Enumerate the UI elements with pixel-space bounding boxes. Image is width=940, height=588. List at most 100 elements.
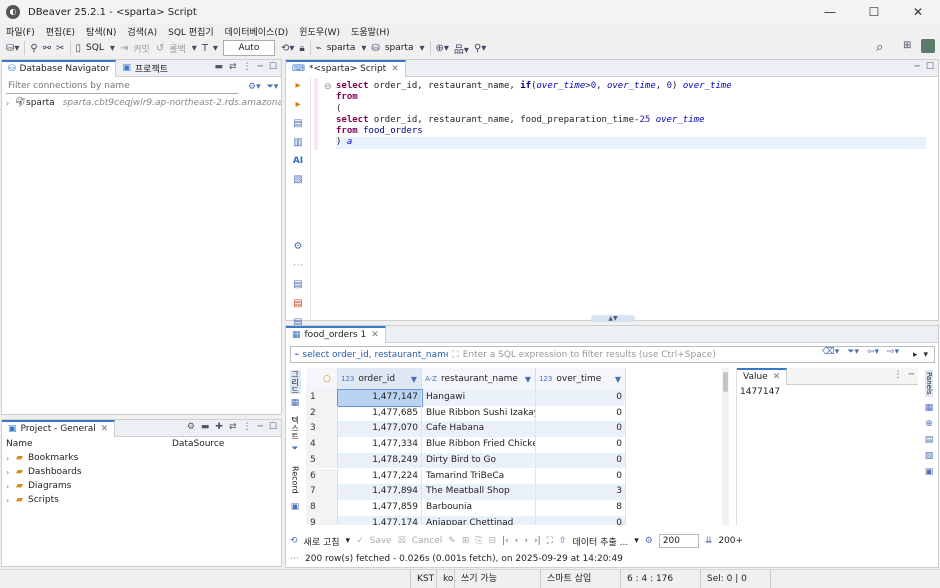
maximize-view-icon[interactable]: ☐	[926, 62, 934, 72]
load-script-icon[interactable]: ▤	[293, 298, 302, 309]
minimize-view-icon[interactable]: ─	[909, 370, 914, 380]
row-number-cell[interactable]: 9	[306, 515, 338, 525]
cancel-icon[interactable]: ☒	[398, 536, 406, 546]
menu-navigate[interactable]: 탐색(N)	[86, 25, 116, 38]
filter-icon[interactable]: ⏷	[291, 444, 298, 454]
commit-button[interactable]: 커밋	[133, 42, 150, 55]
table-row[interactable]: 5 1,478,249 Dirty Bird to Go 0	[306, 452, 626, 469]
tab-database-navigator[interactable]: ⛁ Database Navigator	[2, 59, 117, 77]
forward-icon[interactable]: ⇨▾	[887, 347, 899, 357]
active-connection-select[interactable]: sparta	[327, 43, 356, 53]
export-icon[interactable]: ▤	[293, 279, 302, 290]
project-item-scripts[interactable]: › ▰ Scripts	[2, 493, 281, 507]
ai-assistant-icon[interactable]: AI	[293, 156, 303, 166]
close-icon[interactable]: ✕	[391, 64, 399, 74]
column-name-header[interactable]: Name	[6, 439, 172, 449]
rollback-button[interactable]: 롤백	[169, 42, 186, 55]
maximize-button[interactable]: ☐	[852, 0, 896, 24]
tab-value[interactable]: Value ✕	[737, 367, 788, 385]
lock-icon[interactable]: 🔒︎	[299, 43, 304, 54]
grid-view-toggle[interactable]: 그리드	[289, 370, 301, 394]
fit-icon[interactable]: ⛶	[547, 536, 553, 546]
tab-project[interactable]: ▣ 프로젝트	[116, 60, 174, 77]
record-view-toggle[interactable]: Record	[291, 466, 300, 494]
menu-search[interactable]: 검색(A)	[127, 25, 157, 38]
project-item-diagrams[interactable]: › ▰ Diagrams	[2, 479, 281, 493]
view-menu-icon[interactable]: ⋮	[243, 62, 252, 72]
image-icon[interactable]: ▧	[925, 451, 934, 461]
order-id-cell[interactable]: 1,477,859	[338, 499, 422, 516]
dbeaver-perspective-icon[interactable]	[921, 39, 935, 53]
delete-row-icon[interactable]: ⊟	[489, 536, 497, 546]
link-icon[interactable]: ⇄	[229, 422, 237, 432]
restaurant-name-cell[interactable]: Anjappar Chettinad	[422, 515, 536, 525]
row-number-cell[interactable]: 6	[306, 468, 338, 485]
edit-icon[interactable]: ✎	[448, 536, 456, 546]
table-row[interactable]: 1 1,477,147 Hangawi 0	[306, 389, 626, 407]
restaurant-name-cell[interactable]: Dirty Bird to Go	[422, 452, 536, 469]
fold-icon[interactable]: ⊖	[324, 82, 332, 92]
column-datasource-header[interactable]: DataSource	[172, 439, 224, 449]
over-time-cell[interactable]: 0	[536, 468, 626, 485]
commit-icon[interactable]: ⇥	[120, 43, 128, 54]
restaurant-name-cell[interactable]: Blue Ribbon Sushi Izakaya	[422, 405, 536, 422]
over-time-cell[interactable]: 0	[536, 452, 626, 469]
explain-plan-icon[interactable]: ▥	[293, 137, 302, 148]
copy-row-icon[interactable]: ⎘	[475, 536, 482, 546]
order-id-cell[interactable]: 1,477,070	[338, 421, 422, 438]
panel-layout-icon[interactable]: ▣	[925, 467, 934, 477]
disconnect-all-icon[interactable]: ✂	[56, 43, 64, 54]
row-number-cell[interactable]: 3	[306, 421, 338, 438]
save-button[interactable]: Save	[370, 536, 392, 546]
chevron-down-icon[interactable]: ▾	[419, 43, 424, 54]
sort-icon[interactable]: ▼	[615, 375, 621, 384]
order-id-cell[interactable]: 1,478,249	[338, 452, 422, 469]
value-content[interactable]: 1477147	[737, 385, 918, 399]
close-icon[interactable]: ✕	[371, 330, 379, 340]
menu-database[interactable]: 데이터베이스(D)	[225, 25, 289, 38]
disconnect-icon[interactable]: ⚯	[43, 43, 51, 54]
export-icon[interactable]: ⇧	[559, 536, 567, 546]
settings-icon[interactable]: ⚙	[294, 241, 303, 252]
grid-panel-icon[interactable]: ▦	[925, 403, 934, 413]
menu-help[interactable]: 도움말(H)	[351, 25, 390, 38]
menu-sql-editor[interactable]: SQL 편집기	[168, 25, 214, 38]
view-menu-icon[interactable]: ⋮	[894, 370, 903, 380]
row-number-cell[interactable]: 4	[306, 437, 338, 453]
sql-editor-icon[interactable]: ▯	[76, 43, 82, 54]
fetch-next-button[interactable]: 200+	[718, 536, 743, 546]
globe-icon[interactable]: ⊕▾	[436, 43, 449, 54]
next-page-icon[interactable]: ›	[524, 536, 528, 546]
chevron-down-icon[interactable]: ▾	[361, 43, 366, 54]
order-id-cell[interactable]: 1,477,685	[338, 405, 422, 422]
record-icon[interactable]: ▣	[291, 502, 300, 512]
close-icon[interactable]: ✕	[773, 372, 781, 382]
expand-filter-icon[interactable]: ⛶	[452, 350, 458, 360]
sort-icon[interactable]: ▼	[525, 375, 531, 384]
table-row[interactable]: 8 1,477,859 Barbounia 8	[306, 499, 626, 516]
close-window-button[interactable]: ✕	[896, 0, 940, 24]
view-menu-icon[interactable]: ⋮	[243, 422, 252, 432]
chevron-down-icon[interactable]: ▾	[192, 43, 197, 54]
tree-icon[interactable]: 品▾	[454, 41, 469, 56]
chevron-down-icon[interactable]: ▾	[110, 43, 115, 54]
restaurant-name-cell[interactable]: Cafe Habana	[422, 421, 536, 438]
commit-mode-field[interactable]: Auto	[222, 40, 275, 56]
grid-scrollbar[interactable]	[722, 368, 729, 525]
expand-arrow-icon[interactable]: ›	[6, 468, 16, 477]
over-time-cell[interactable]: 0	[536, 515, 626, 525]
table-row[interactable]: 7 1,477,894 The Meatball Shop 3	[306, 484, 626, 500]
order-id-cell[interactable]: 1,477,174	[338, 515, 422, 525]
restaurant-name-cell[interactable]: Blue Ribbon Fried Chicken	[422, 437, 536, 453]
over-time-cell[interactable]: 0	[536, 421, 626, 438]
menu-edit[interactable]: 편집(E)	[46, 25, 75, 38]
filter-icon[interactable]: ⏷▾	[847, 347, 859, 357]
eraser-icon[interactable]: ⌫▾	[822, 347, 839, 357]
connection-tree-item[interactable]: › 🐬︎ sparta sparta.cbt9ceqjwlr9.ap-north…	[2, 96, 281, 110]
fetch-size-input[interactable]: 200	[658, 534, 699, 548]
more-icon[interactable]: ⋯	[290, 554, 299, 564]
rollback-icon[interactable]: ↺	[156, 43, 164, 54]
filter-history-icon[interactable]: ▾	[923, 350, 928, 360]
image-icon[interactable]: ▧	[293, 174, 302, 185]
table-row[interactable]: 4 1,477,334 Blue Ribbon Fried Chicken 0	[306, 437, 626, 453]
